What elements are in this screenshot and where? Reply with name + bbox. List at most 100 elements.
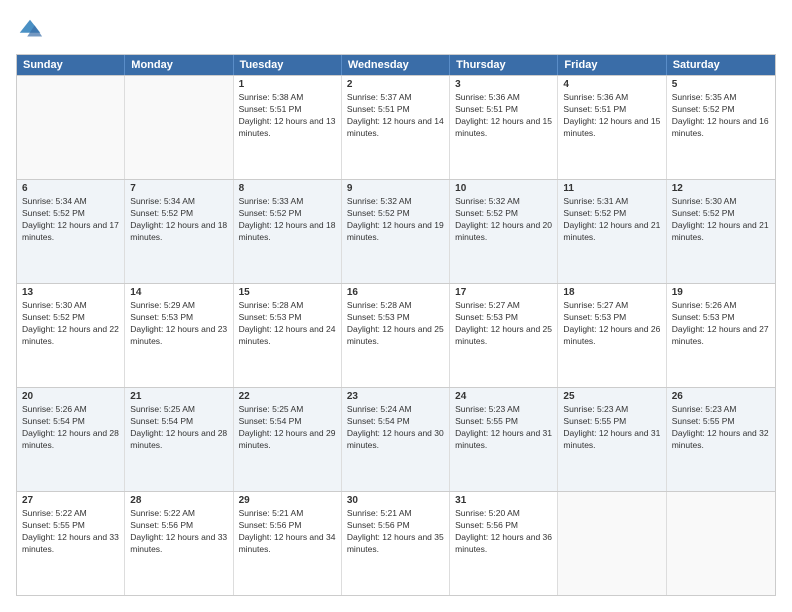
day-info: Sunrise: 5:27 AM Sunset: 5:53 PM Dayligh… (563, 300, 660, 348)
day-number: 18 (563, 287, 660, 298)
calendar-day-29: 29Sunrise: 5:21 AM Sunset: 5:56 PM Dayli… (234, 492, 342, 595)
day-info: Sunrise: 5:28 AM Sunset: 5:53 PM Dayligh… (239, 300, 336, 348)
day-number: 21 (130, 391, 227, 402)
calendar-day-31: 31 Sunrise: 5:20 AM Sunset: 5:56 PM Dayli… (450, 492, 558, 595)
day-number: 10 (455, 183, 552, 194)
day-number: 23 (347, 391, 444, 402)
day-number: 5 (672, 79, 770, 90)
day-info: Sunrise: 5:25 AM Sunset: 5:54 PM Dayligh… (130, 404, 227, 452)
calendar-day-1: 1 Sunrise: 5:38 AM Sunset: 5:51 PM Daylig… (234, 76, 342, 179)
day-number: 30 (347, 495, 444, 506)
calendar-day-3: 3 Sunrise: 5:36 AM Sunset: 5:51 PM Daylig… (450, 76, 558, 179)
day-info: Sunrise: 5:30 AM Sunset: 5:52 PM Dayligh… (672, 196, 770, 244)
logo (16, 16, 48, 44)
calendar-week-3: 13 Sunrise: 5:30 AM Sunset: 5:52 PM Dayli… (17, 283, 775, 387)
calendar-day-23: 23 Sunrise: 5:24 AM Sunset: 5:54 PM Dayli… (342, 388, 450, 491)
day-info: Sunrise: 5:28 AM Sunset: 5:53 PM Dayligh… (347, 300, 444, 348)
day-info: Sunrise: 5:23 AM Sunset: 5:55 PM Dayligh… (455, 404, 552, 452)
calendar-day-18: 18 Sunrise: 5:27 AM Sunset: 5:53 PM Dayli… (558, 284, 666, 387)
day-info: Sunrise: 5:32 AM Sunset: 5:52 PM Dayligh… (347, 196, 444, 244)
day-number: 12 (672, 183, 770, 194)
day-number: 11 (563, 183, 660, 194)
day-info: Sunrise: 5:36 AM Sunset: 5:51 PM Dayligh… (563, 92, 660, 140)
calendar-day-10: 10 Sunrise: 5:32 AM Sunset: 5:52 PM Dayli… (450, 180, 558, 283)
calendar-day-9: 9Sunrise: 5:32 AM Sunset: 5:52 PM Daylig… (342, 180, 450, 283)
day-info: Sunrise: 5:22 AM Sunset: 5:56 PM Dayligh… (130, 508, 227, 556)
calendar: SundayMondayTuesdayWednesdayThursdayFrid… (16, 54, 776, 596)
day-number: 25 (563, 391, 660, 402)
calendar-day-13: 13 Sunrise: 5:30 AM Sunset: 5:52 PM Dayli… (17, 284, 125, 387)
day-number: 29 (239, 495, 336, 506)
day-info: Sunrise: 5:20 AM Sunset: 5:56 PM Dayligh… (455, 508, 552, 556)
calendar-day-empty (125, 76, 233, 179)
calendar-day-26: 26Sunrise: 5:23 AM Sunset: 5:55 PM Dayli… (667, 388, 775, 491)
calendar-day-empty (17, 76, 125, 179)
day-number: 8 (239, 183, 336, 194)
calendar-day-8: 8Sunrise: 5:33 AM Sunset: 5:52 PM Daylig… (234, 180, 342, 283)
day-number: 1 (239, 79, 336, 90)
day-header-saturday: Saturday (667, 55, 775, 75)
day-info: Sunrise: 5:26 AM Sunset: 5:54 PM Dayligh… (22, 404, 119, 452)
day-number: 19 (672, 287, 770, 298)
day-number: 7 (130, 183, 227, 194)
day-info: Sunrise: 5:23 AM Sunset: 5:55 PM Dayligh… (672, 404, 770, 452)
calendar-day-24: 24Sunrise: 5:23 AM Sunset: 5:55 PM Dayli… (450, 388, 558, 491)
calendar-day-22: 22 Sunrise: 5:25 AM Sunset: 5:54 PM Dayli… (234, 388, 342, 491)
calendar-week-5: 27 Sunrise: 5:22 AM Sunset: 5:55 PM Dayli… (17, 491, 775, 595)
day-info: Sunrise: 5:34 AM Sunset: 5:52 PM Dayligh… (22, 196, 119, 244)
day-info: Sunrise: 5:38 AM Sunset: 5:51 PM Dayligh… (239, 92, 336, 140)
day-info: Sunrise: 5:31 AM Sunset: 5:52 PM Dayligh… (563, 196, 660, 244)
calendar-header: SundayMondayTuesdayWednesdayThursdayFrid… (17, 55, 775, 75)
calendar-day-14: 14 Sunrise: 5:29 AM Sunset: 5:53 PM Dayli… (125, 284, 233, 387)
calendar-day-17: 17 Sunrise: 5:27 AM Sunset: 5:53 PM Dayli… (450, 284, 558, 387)
day-info: Sunrise: 5:24 AM Sunset: 5:54 PM Dayligh… (347, 404, 444, 452)
day-number: 16 (347, 287, 444, 298)
day-header-tuesday: Tuesday (234, 55, 342, 75)
day-number: 31 (455, 495, 552, 506)
day-info: Sunrise: 5:26 AM Sunset: 5:53 PM Dayligh… (672, 300, 770, 348)
calendar-day-7: 7 Sunrise: 5:34 AM Sunset: 5:52 PM Daylig… (125, 180, 233, 283)
day-number: 17 (455, 287, 552, 298)
day-header-wednesday: Wednesday (342, 55, 450, 75)
calendar-day-15: 15 Sunrise: 5:28 AM Sunset: 5:53 PM Dayli… (234, 284, 342, 387)
calendar-day-16: 16 Sunrise: 5:28 AM Sunset: 5:53 PM Dayli… (342, 284, 450, 387)
day-number: 13 (22, 287, 119, 298)
day-info: Sunrise: 5:27 AM Sunset: 5:53 PM Dayligh… (455, 300, 552, 348)
day-number: 15 (239, 287, 336, 298)
day-info: Sunrise: 5:34 AM Sunset: 5:52 PM Dayligh… (130, 196, 227, 244)
calendar-day-11: 11 Sunrise: 5:31 AM Sunset: 5:52 PM Dayli… (558, 180, 666, 283)
day-info: Sunrise: 5:36 AM Sunset: 5:51 PM Dayligh… (455, 92, 552, 140)
calendar-week-2: 6Sunrise: 5:34 AM Sunset: 5:52 PM Daylig… (17, 179, 775, 283)
calendar-week-4: 20 Sunrise: 5:26 AM Sunset: 5:54 PM Dayli… (17, 387, 775, 491)
day-info: Sunrise: 5:35 AM Sunset: 5:52 PM Dayligh… (672, 92, 770, 140)
calendar-day-19: 19 Sunrise: 5:26 AM Sunset: 5:53 PM Dayli… (667, 284, 775, 387)
calendar-day-empty (667, 492, 775, 595)
calendar-day-28: 28 Sunrise: 5:22 AM Sunset: 5:56 PM Dayli… (125, 492, 233, 595)
day-info: Sunrise: 5:32 AM Sunset: 5:52 PM Dayligh… (455, 196, 552, 244)
day-number: 14 (130, 287, 227, 298)
calendar-day-2: 2Sunrise: 5:37 AM Sunset: 5:51 PM Daylig… (342, 76, 450, 179)
day-number: 3 (455, 79, 552, 90)
calendar-day-6: 6Sunrise: 5:34 AM Sunset: 5:52 PM Daylig… (17, 180, 125, 283)
day-header-monday: Monday (125, 55, 233, 75)
calendar-body: 1 Sunrise: 5:38 AM Sunset: 5:51 PM Daylig… (17, 75, 775, 595)
day-info: Sunrise: 5:37 AM Sunset: 5:51 PM Dayligh… (347, 92, 444, 140)
day-info: Sunrise: 5:25 AM Sunset: 5:54 PM Dayligh… (239, 404, 336, 452)
day-number: 28 (130, 495, 227, 506)
day-header-friday: Friday (558, 55, 666, 75)
calendar-day-12: 12 Sunrise: 5:30 AM Sunset: 5:52 PM Dayli… (667, 180, 775, 283)
day-info: Sunrise: 5:30 AM Sunset: 5:52 PM Dayligh… (22, 300, 119, 348)
calendar-day-4: 4Sunrise: 5:36 AM Sunset: 5:51 PM Daylig… (558, 76, 666, 179)
day-number: 20 (22, 391, 119, 402)
day-info: Sunrise: 5:22 AM Sunset: 5:55 PM Dayligh… (22, 508, 119, 556)
day-info: Sunrise: 5:29 AM Sunset: 5:53 PM Dayligh… (130, 300, 227, 348)
day-number: 22 (239, 391, 336, 402)
day-header-thursday: Thursday (450, 55, 558, 75)
calendar-day-empty (558, 492, 666, 595)
calendar-week-1: 1 Sunrise: 5:38 AM Sunset: 5:51 PM Daylig… (17, 75, 775, 179)
calendar-day-20: 20 Sunrise: 5:26 AM Sunset: 5:54 PM Dayli… (17, 388, 125, 491)
calendar-day-25: 25Sunrise: 5:23 AM Sunset: 5:55 PM Dayli… (558, 388, 666, 491)
day-header-sunday: Sunday (17, 55, 125, 75)
calendar-day-21: 21 Sunrise: 5:25 AM Sunset: 5:54 PM Dayli… (125, 388, 233, 491)
day-number: 27 (22, 495, 119, 506)
